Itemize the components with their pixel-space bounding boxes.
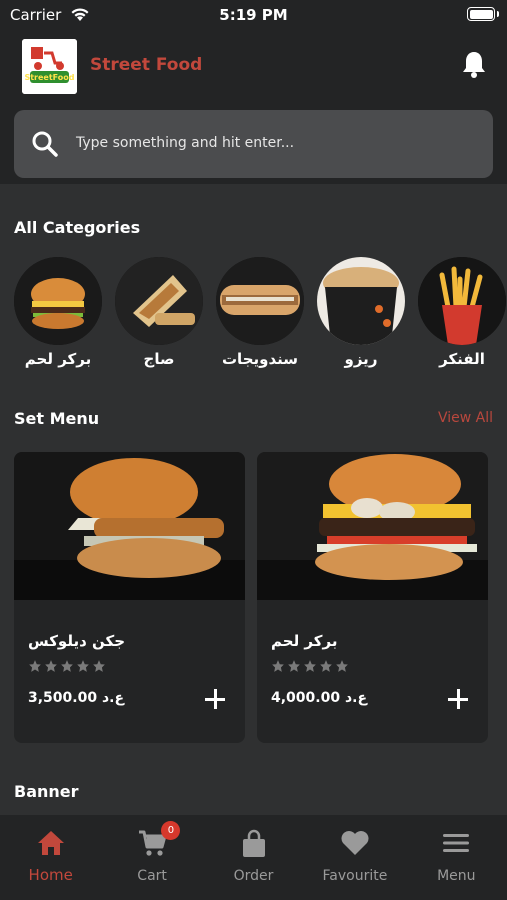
category-image-fries	[418, 257, 506, 345]
menu-card[interactable]: برکر لحم 4,000.00 ع.د	[257, 452, 488, 743]
category-item[interactable]: الفنكر	[418, 257, 506, 368]
cart-badge: 0	[161, 821, 181, 840]
category-label: الفنكر	[439, 350, 485, 368]
notification-bell-icon[interactable]	[461, 50, 487, 78]
status-time: 5:19 PM	[219, 6, 288, 24]
tab-label: Home	[28, 866, 73, 884]
home-icon	[37, 831, 64, 855]
menu-item-name: جكن ديلوكس	[28, 632, 126, 650]
star-icon	[272, 660, 284, 672]
app-logo[interactable]: StreetFood	[22, 39, 77, 94]
tab-label: Menu	[437, 868, 476, 884]
bottom-tab-bar: Home 0 Cart Order Favourite Menu	[0, 815, 507, 900]
category-item[interactable]: برکر لحم	[14, 257, 102, 368]
search-bar[interactable]: Type something and hit enter...	[14, 110, 493, 178]
star-icon	[320, 660, 332, 672]
battery-icon	[467, 7, 499, 21]
status-bar: Carrier 5:19 PM	[0, 0, 507, 30]
categories-carousel[interactable]: برکر لحم صاج سندويجات ريزو الفنكر	[14, 257, 507, 377]
tab-home[interactable]: Home	[0, 815, 101, 900]
category-image-burger	[14, 257, 102, 345]
star-icon	[304, 660, 316, 672]
menu-item-price: 3,500.00 ع.د	[28, 690, 125, 706]
set-menu-title: Set Menu	[14, 409, 100, 428]
add-to-cart-button[interactable]	[446, 687, 470, 711]
star-icon	[336, 660, 348, 672]
heart-icon	[341, 831, 369, 855]
category-image-sandwich	[216, 257, 304, 345]
tab-cart[interactable]: 0 Cart	[101, 815, 202, 900]
category-image-saj	[115, 257, 203, 345]
hamburger-menu-icon	[443, 834, 470, 852]
add-to-cart-button[interactable]	[203, 687, 227, 711]
category-item[interactable]: صاج	[115, 257, 203, 368]
category-item[interactable]: سندويجات	[216, 257, 304, 368]
menu-card[interactable]: جكن ديلوكس 3,500.00 ع.د	[14, 452, 245, 743]
menu-item-image	[257, 452, 488, 600]
star-icon	[93, 660, 105, 672]
tab-order[interactable]: Order	[203, 815, 304, 900]
category-image-rizo	[317, 257, 405, 345]
menu-item-price: 4,000.00 ع.د	[271, 690, 368, 706]
star-icon	[61, 660, 73, 672]
category-label: برکر لحم	[24, 350, 92, 368]
category-item[interactable]: ريزو	[317, 257, 405, 368]
app-header: StreetFood Street Food Type something an…	[0, 30, 507, 184]
search-input[interactable]: Type something and hit enter...	[76, 135, 294, 151]
app-title: Street Food	[90, 55, 203, 75]
star-icon	[77, 660, 89, 672]
categories-title: All Categories	[14, 218, 141, 237]
tab-favourite[interactable]: Favourite	[304, 815, 405, 900]
rating-stars	[271, 659, 349, 673]
rating-stars	[28, 659, 106, 673]
category-label: ريزو	[344, 350, 378, 368]
menu-item-name: برکر لحم	[271, 632, 338, 650]
tab-menu[interactable]: Menu	[406, 815, 507, 900]
bag-icon	[242, 829, 265, 857]
category-label: صاج	[143, 350, 175, 368]
menu-item-image	[14, 452, 245, 600]
star-icon	[288, 660, 300, 672]
logo-scooter-icon: StreetFood	[22, 39, 77, 94]
banner-title: Banner	[14, 782, 79, 801]
tab-label: Favourite	[322, 868, 388, 884]
tab-label: Order	[233, 868, 274, 884]
view-all-link[interactable]: View All	[438, 410, 493, 426]
svg-text:StreetFood: StreetFood	[24, 73, 74, 82]
search-icon	[32, 131, 58, 157]
star-icon	[45, 660, 57, 672]
category-label: سندويجات	[221, 350, 298, 368]
star-icon	[29, 660, 41, 672]
tab-label: Cart	[137, 868, 167, 884]
